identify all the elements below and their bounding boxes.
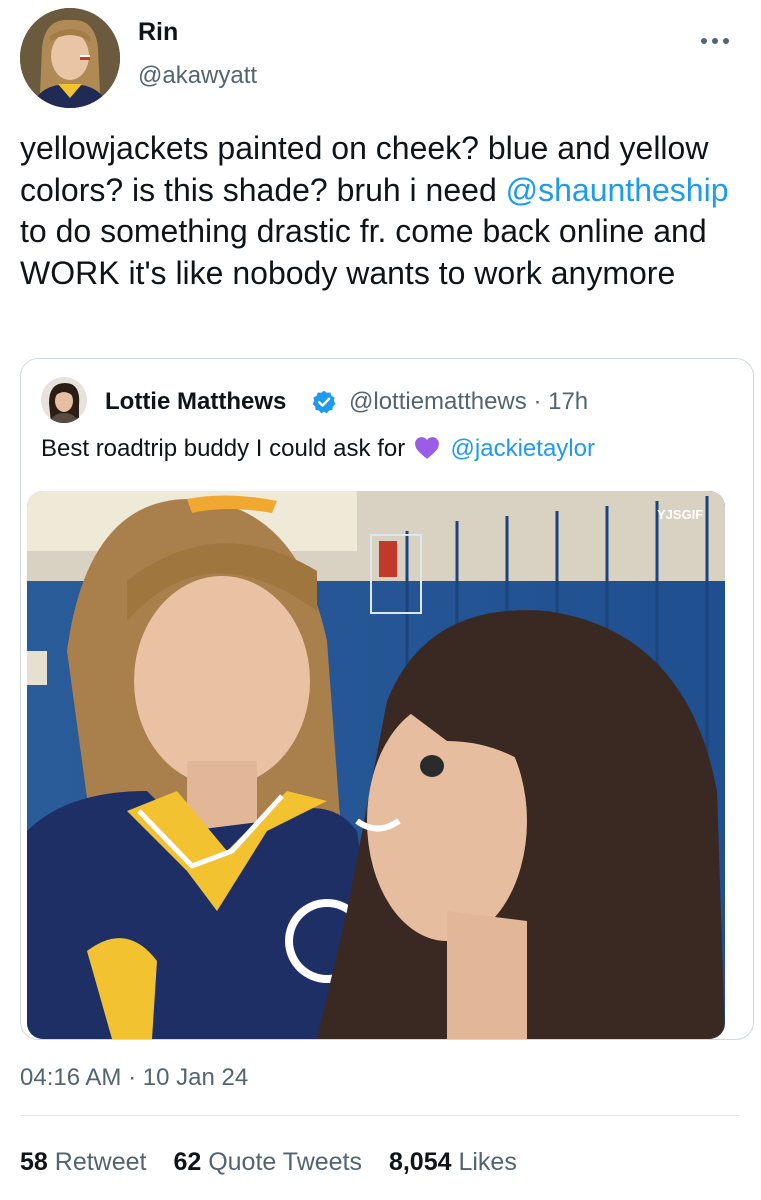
retweets-stat[interactable]: 58 Retweet bbox=[20, 1148, 146, 1176]
likes-stat[interactable]: 8,054 Likes bbox=[389, 1148, 517, 1176]
tweet-date: 10 Jan 24 bbox=[142, 1064, 249, 1091]
quoted-author-avatar[interactable] bbox=[41, 377, 87, 423]
tweet-text: yellowjackets painted on cheek? blue and… bbox=[20, 128, 740, 294]
quoted-text-body: Best roadtrip buddy I could ask for bbox=[41, 435, 406, 462]
quoted-meta: @lottiematthews · 17h bbox=[349, 388, 588, 416]
media-watermark: YJSGIF bbox=[657, 507, 703, 522]
quoted-age[interactable]: 17h bbox=[548, 388, 588, 415]
quoted-text: Best roadtrip buddy I could ask for @jac… bbox=[41, 433, 595, 465]
meta-separator: · bbox=[533, 388, 542, 415]
meta-separator: · bbox=[128, 1064, 137, 1091]
divider bbox=[20, 1115, 740, 1116]
quotes-count: 62 bbox=[173, 1148, 202, 1176]
quote-tweets-stat[interactable]: 62 Quote Tweets bbox=[173, 1148, 362, 1176]
tweet-time: 04:16 AM bbox=[20, 1064, 122, 1091]
mention-link[interactable]: @shauntheship bbox=[506, 172, 729, 208]
profile-photo-icon bbox=[20, 8, 120, 108]
quoted-mention-link[interactable]: @jackietaylor bbox=[451, 435, 595, 462]
tweet-text-part: to do something drastic fr. come back on… bbox=[20, 213, 707, 291]
verified-badge-icon bbox=[312, 390, 336, 414]
quoted-tweet-card[interactable]: Lottie Matthews @lottiematthews · 17h Be… bbox=[20, 358, 754, 1040]
media-photo: YJSGIF bbox=[27, 491, 725, 1039]
purple-heart-icon bbox=[414, 437, 439, 459]
quoted-display-name[interactable]: Lottie Matthews bbox=[105, 388, 286, 416]
more-options-button[interactable] bbox=[693, 28, 737, 54]
author-avatar[interactable] bbox=[20, 8, 120, 108]
likes-label: Likes bbox=[458, 1148, 517, 1176]
tweet-timestamp[interactable]: 04:16 AM · 10 Jan 24 bbox=[20, 1064, 248, 1092]
more-dot-icon bbox=[701, 38, 707, 44]
author-display-name[interactable]: Rin bbox=[138, 18, 178, 46]
author-handle[interactable]: @akawyatt bbox=[138, 62, 257, 90]
quoted-media[interactable]: YJSGIF bbox=[27, 491, 725, 1039]
tweet-stats: 58 Retweet 62 Quote Tweets 8,054 Likes bbox=[20, 1147, 537, 1177]
retweets-label: Retweet bbox=[54, 1148, 147, 1176]
retweets-count: 58 bbox=[20, 1148, 48, 1176]
quotes-label: Quote Tweets bbox=[208, 1148, 362, 1176]
more-dot-icon bbox=[723, 38, 729, 44]
likes-count: 8,054 bbox=[388, 1148, 452, 1176]
more-dot-icon bbox=[712, 38, 718, 44]
quoted-handle[interactable]: @lottiematthews bbox=[349, 388, 527, 415]
profile-photo-icon bbox=[41, 377, 87, 423]
